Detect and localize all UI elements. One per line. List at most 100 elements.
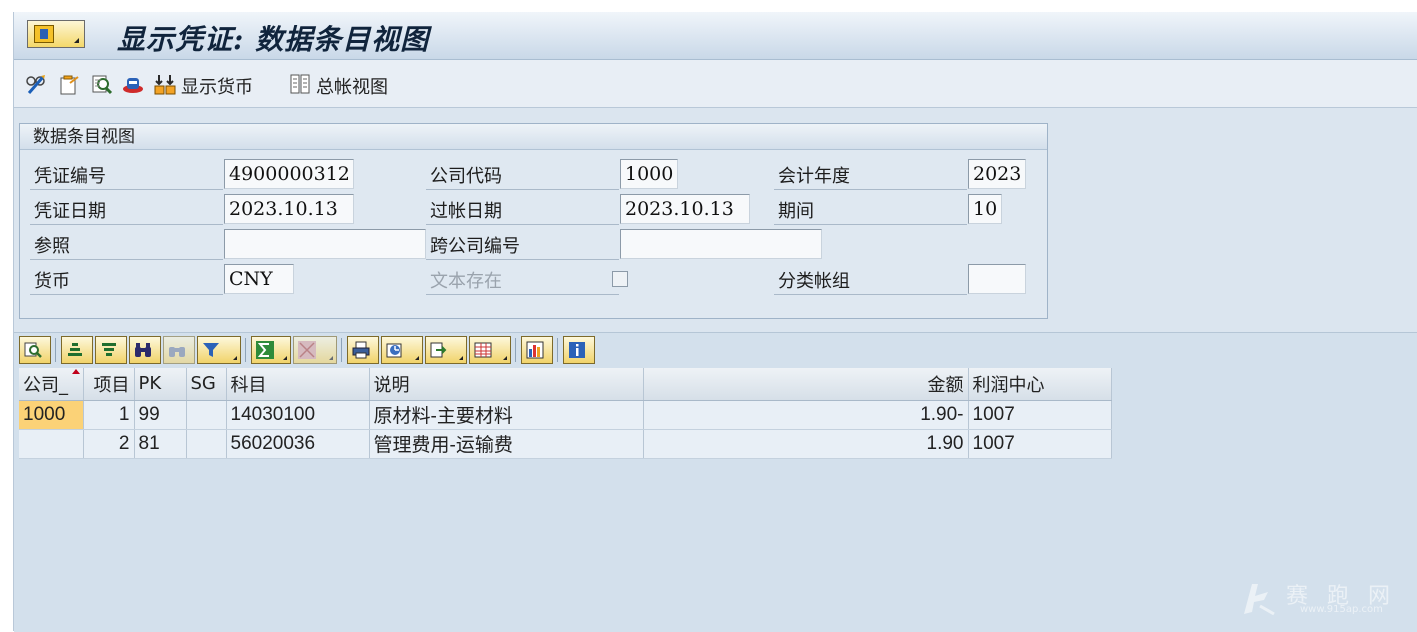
sort-descending-button[interactable]	[95, 336, 127, 364]
display-currency-icon[interactable]	[154, 73, 176, 95]
views-button[interactable]	[381, 336, 423, 364]
cell-item[interactable]: 2	[83, 429, 135, 459]
cell-account[interactable]: 14030100	[226, 400, 370, 430]
bar-chart-icon	[526, 341, 544, 359]
column-header-item[interactable]: 项目	[83, 368, 135, 401]
magnifier-icon	[24, 342, 42, 358]
sap-window: 显示凭证: 数据条目视图 显示货币 总帐视图 数据条目视图 凭证编号 49000…	[13, 12, 1417, 632]
cell-description[interactable]: 管理费用-运输费	[369, 429, 644, 459]
cell-amount[interactable]: 1.90-	[643, 400, 969, 430]
dropdown-caret-icon	[459, 356, 463, 360]
header-section: 数据条目视图 凭证编号 4900000312 公司代码 1000 会计年度 20…	[19, 123, 1048, 319]
reference-field[interactable]	[224, 229, 426, 259]
cell-amount[interactable]: 1.90	[643, 429, 969, 459]
info-icon	[569, 342, 585, 358]
posting-date-label: 过帐日期	[430, 201, 502, 222]
cell-company[interactable]: 1000	[19, 400, 84, 430]
currency-field[interactable]: CNY	[224, 264, 294, 294]
column-header-pk[interactable]: PK	[134, 368, 187, 401]
table-row[interactable]: 2 81 56020036 管理费用-运输费 1.90 1007	[19, 429, 1112, 459]
label-underline	[426, 259, 619, 260]
display-currency-button[interactable]: 显示货币	[181, 73, 253, 99]
other-document-icon[interactable]	[58, 73, 80, 95]
cell-sg[interactable]	[186, 400, 227, 430]
dropdown-caret-icon	[415, 356, 419, 360]
posting-date-field[interactable]: 2023.10.13	[620, 194, 750, 224]
dropdown-caret-icon	[233, 356, 237, 360]
toolbar-separator	[341, 338, 342, 362]
system-menu-button[interactable]	[27, 20, 85, 48]
sort-indicator-icon	[72, 369, 80, 374]
label-underline	[426, 224, 619, 225]
binoculars-icon	[135, 343, 151, 357]
line-items-table: 公司_ 项目 PK SG 科目 说明 金额 利润中心 1000 1 99 140…	[19, 368, 1112, 459]
sort-ascending-button[interactable]	[61, 336, 93, 364]
label-underline	[774, 189, 967, 190]
dropdown-caret-icon	[283, 356, 287, 360]
printer-icon	[352, 341, 370, 359]
cell-account[interactable]: 56020036	[226, 429, 370, 459]
find-next-button[interactable]	[163, 336, 195, 364]
cell-company[interactable]	[19, 429, 84, 459]
subtotal-icon	[298, 341, 316, 359]
graphic-button[interactable]	[521, 336, 553, 364]
column-header-account[interactable]: 科目	[226, 368, 370, 401]
toolbar-separator	[55, 338, 56, 362]
column-header-amount[interactable]: 金额	[643, 368, 969, 401]
print-preview-button[interactable]	[347, 336, 379, 364]
section-title: 数据条目视图	[20, 124, 1047, 150]
label-underline	[30, 189, 223, 190]
label-underline	[30, 294, 223, 295]
display-change-icon[interactable]	[25, 73, 47, 95]
gl-view-icon[interactable]	[289, 73, 311, 95]
cell-pk[interactable]: 81	[134, 429, 187, 459]
export-button[interactable]	[425, 336, 467, 364]
cell-profit-center[interactable]: 1007	[968, 400, 1112, 430]
label-underline	[426, 189, 619, 190]
currency-label: 货币	[34, 271, 70, 292]
doc-date-field[interactable]: 2023.10.13	[224, 194, 354, 224]
line-items-area: 公司_ 项目 PK SG 科目 说明 金额 利润中心 1000 1 99 140…	[14, 332, 1417, 632]
dropdown-caret-icon	[329, 356, 333, 360]
cell-profit-center[interactable]: 1007	[968, 429, 1112, 459]
column-header-profit-center[interactable]: 利润中心	[968, 368, 1112, 401]
label-underline	[774, 224, 967, 225]
doc-number-field[interactable]: 4900000312	[224, 159, 354, 189]
column-header-description[interactable]: 说明	[369, 368, 644, 401]
text-exists-checkbox[interactable]	[612, 271, 628, 287]
title-bar: 显示凭证: 数据条目视图	[14, 12, 1417, 60]
gl-view-button[interactable]: 总帐视图	[316, 73, 388, 99]
cell-item[interactable]: 1	[83, 400, 135, 430]
sort-ascending-icon	[68, 343, 82, 356]
company-code-field[interactable]: 1000	[620, 159, 678, 189]
reference-label: 参照	[34, 236, 70, 257]
ledger-group-field[interactable]	[968, 264, 1026, 294]
table-row[interactable]: 1000 1 99 14030100 原材料-主要材料 1.90- 1007	[19, 400, 1112, 430]
period-field[interactable]: 10	[968, 194, 1002, 224]
label-underline	[426, 294, 619, 295]
cell-sg[interactable]	[186, 429, 227, 459]
layout-grid-icon	[474, 342, 492, 358]
find-button[interactable]	[129, 336, 161, 364]
fiscal-year-field[interactable]: 2023	[968, 159, 1026, 189]
cell-pk[interactable]: 99	[134, 400, 187, 430]
toolbar-separator	[245, 338, 246, 362]
details-button[interactable]	[19, 336, 51, 364]
text-exists-label: 文本存在	[430, 271, 502, 292]
label-underline	[30, 224, 223, 225]
table-header-row: 公司_ 项目 PK SG 科目 说明 金额 利润中心	[19, 368, 1112, 401]
sum-button[interactable]	[251, 336, 291, 364]
column-header-company[interactable]: 公司_	[19, 368, 84, 401]
filter-button[interactable]	[197, 336, 241, 364]
layout-button[interactable]	[469, 336, 511, 364]
subtotal-button[interactable]	[293, 336, 337, 364]
info-button[interactable]	[563, 336, 595, 364]
print-hat-icon[interactable]	[122, 73, 144, 95]
company-code-label: 公司代码	[430, 166, 502, 187]
cross-company-label: 跨公司编号	[430, 236, 520, 257]
column-header-sg[interactable]: SG	[186, 368, 227, 401]
cross-company-field[interactable]	[620, 229, 822, 259]
document-overview-icon[interactable]	[91, 73, 113, 95]
cell-description[interactable]: 原材料-主要材料	[369, 400, 644, 430]
label-underline	[30, 259, 223, 260]
